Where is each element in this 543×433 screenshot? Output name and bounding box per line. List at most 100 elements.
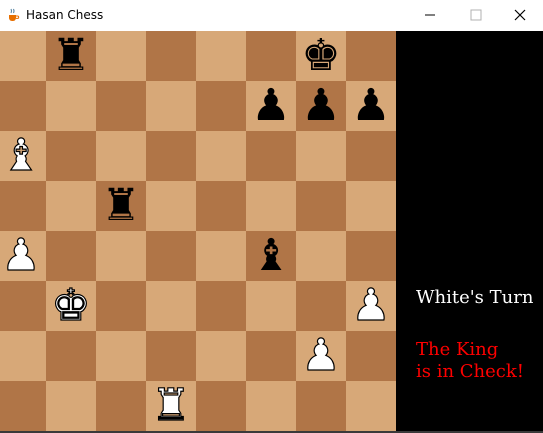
square-a3[interactable] xyxy=(0,281,46,331)
square-h5[interactable] xyxy=(346,181,396,231)
piece-glyph: ♜ xyxy=(151,380,192,431)
square-f2[interactable] xyxy=(246,331,296,381)
piece-glyph: ♚ xyxy=(51,280,92,331)
square-e3[interactable] xyxy=(196,281,246,331)
maximize-icon xyxy=(470,9,482,21)
white-pawn-icon[interactable]: ♟ xyxy=(296,330,346,381)
square-a8[interactable] xyxy=(0,31,46,81)
square-d5[interactable] xyxy=(146,181,196,231)
piece-glyph: ♟ xyxy=(301,330,342,381)
close-button[interactable] xyxy=(497,0,543,30)
minimize-icon xyxy=(425,14,435,16)
square-f8[interactable] xyxy=(246,31,296,81)
square-b4[interactable] xyxy=(46,231,96,281)
square-d3[interactable] xyxy=(146,281,196,331)
piece-glyph: ♟ xyxy=(251,80,291,131)
minimize-button[interactable] xyxy=(407,0,453,30)
square-a1[interactable] xyxy=(0,381,46,431)
chess-window: Hasan Chess ♜ ♚ ♟ ♟ ♟ ♝ ♜ ♟ ♝ ♚ ♟ ♟ ♜ White's Turn T… xyxy=(0,0,543,433)
square-b2[interactable] xyxy=(46,331,96,381)
square-b7[interactable] xyxy=(46,81,96,131)
square-c4[interactable] xyxy=(96,231,146,281)
square-g2[interactable]: ♟ xyxy=(296,330,346,381)
white-king-icon[interactable]: ♚ xyxy=(46,280,96,331)
square-d6[interactable] xyxy=(146,131,196,181)
square-f1[interactable] xyxy=(246,381,296,431)
square-h8[interactable] xyxy=(346,31,396,81)
square-b6[interactable] xyxy=(46,131,96,181)
square-a5[interactable] xyxy=(0,181,46,231)
square-b5[interactable] xyxy=(46,181,96,231)
square-h3[interactable]: ♟ xyxy=(346,280,396,331)
check-warning-line-2: is in Check! xyxy=(416,361,525,382)
black-king-icon[interactable]: ♚ xyxy=(296,31,346,81)
square-a4[interactable]: ♟ xyxy=(0,230,46,281)
white-pawn-icon[interactable]: ♟ xyxy=(0,230,46,281)
black-pawn-icon[interactable]: ♟ xyxy=(296,81,346,131)
square-a2[interactable] xyxy=(0,331,46,381)
white-rook-icon[interactable]: ♜ xyxy=(146,380,196,431)
square-f4[interactable]: ♝ xyxy=(246,231,296,281)
square-d8[interactable] xyxy=(146,31,196,81)
square-c2[interactable] xyxy=(96,331,146,381)
black-pawn-icon[interactable]: ♟ xyxy=(246,81,296,131)
window-title: Hasan Chess xyxy=(26,8,104,22)
square-h6[interactable] xyxy=(346,131,396,181)
square-c5[interactable]: ♜ xyxy=(96,181,146,231)
square-e6[interactable] xyxy=(196,131,246,181)
square-h7[interactable]: ♟ xyxy=(346,81,396,131)
square-g6[interactable] xyxy=(296,131,346,181)
square-h2[interactable] xyxy=(346,331,396,381)
square-g8[interactable]: ♚ xyxy=(296,31,346,81)
square-e5[interactable] xyxy=(196,181,246,231)
piece-glyph: ♝ xyxy=(251,230,291,281)
square-g4[interactable] xyxy=(296,231,346,281)
chess-board[interactable]: ♜ ♚ ♟ ♟ ♟ ♝ ♜ ♟ ♝ ♚ ♟ ♟ ♜ xyxy=(0,31,396,431)
close-icon xyxy=(514,9,526,21)
title-bar[interactable]: Hasan Chess xyxy=(0,0,543,30)
square-c7[interactable] xyxy=(96,81,146,131)
piece-glyph: ♟ xyxy=(351,80,391,131)
square-f7[interactable]: ♟ xyxy=(246,81,296,131)
piece-glyph: ♝ xyxy=(1,130,42,181)
square-f5[interactable] xyxy=(246,181,296,231)
white-pawn-icon[interactable]: ♟ xyxy=(346,280,396,331)
square-g5[interactable] xyxy=(296,181,346,231)
piece-glyph: ♜ xyxy=(101,180,141,231)
square-e2[interactable] xyxy=(196,331,246,381)
square-h1[interactable] xyxy=(346,381,396,431)
piece-glyph: ♟ xyxy=(301,80,341,131)
square-b8[interactable]: ♜ xyxy=(46,31,96,81)
square-c1[interactable] xyxy=(96,381,146,431)
white-bishop-icon[interactable]: ♝ xyxy=(0,130,46,181)
square-a6[interactable]: ♝ xyxy=(0,130,46,181)
square-e1[interactable] xyxy=(196,381,246,431)
square-e7[interactable] xyxy=(196,81,246,131)
square-d1[interactable]: ♜ xyxy=(146,380,196,431)
square-f3[interactable] xyxy=(246,281,296,331)
check-warning: The King is in Check! xyxy=(416,339,524,383)
square-g3[interactable] xyxy=(296,281,346,331)
square-e4[interactable] xyxy=(196,231,246,281)
maximize-button[interactable] xyxy=(453,0,499,30)
square-g1[interactable] xyxy=(296,381,346,431)
square-d2[interactable] xyxy=(146,331,196,381)
square-a7[interactable] xyxy=(0,81,46,131)
check-warning-line-1: The King xyxy=(416,339,499,360)
square-f6[interactable] xyxy=(246,131,296,181)
square-d7[interactable] xyxy=(146,81,196,131)
black-bishop-icon[interactable]: ♝ xyxy=(246,231,296,281)
piece-glyph: ♟ xyxy=(1,230,42,281)
square-e8[interactable] xyxy=(196,31,246,81)
square-c3[interactable] xyxy=(96,281,146,331)
square-b3[interactable]: ♚ xyxy=(46,280,96,331)
square-g7[interactable]: ♟ xyxy=(296,81,346,131)
black-pawn-icon[interactable]: ♟ xyxy=(346,81,396,131)
square-h4[interactable] xyxy=(346,231,396,281)
square-c8[interactable] xyxy=(96,31,146,81)
black-rook-icon[interactable]: ♜ xyxy=(46,31,96,81)
square-b1[interactable] xyxy=(46,381,96,431)
square-d4[interactable] xyxy=(146,231,196,281)
square-c6[interactable] xyxy=(96,131,146,181)
black-rook-icon[interactable]: ♜ xyxy=(96,181,146,231)
